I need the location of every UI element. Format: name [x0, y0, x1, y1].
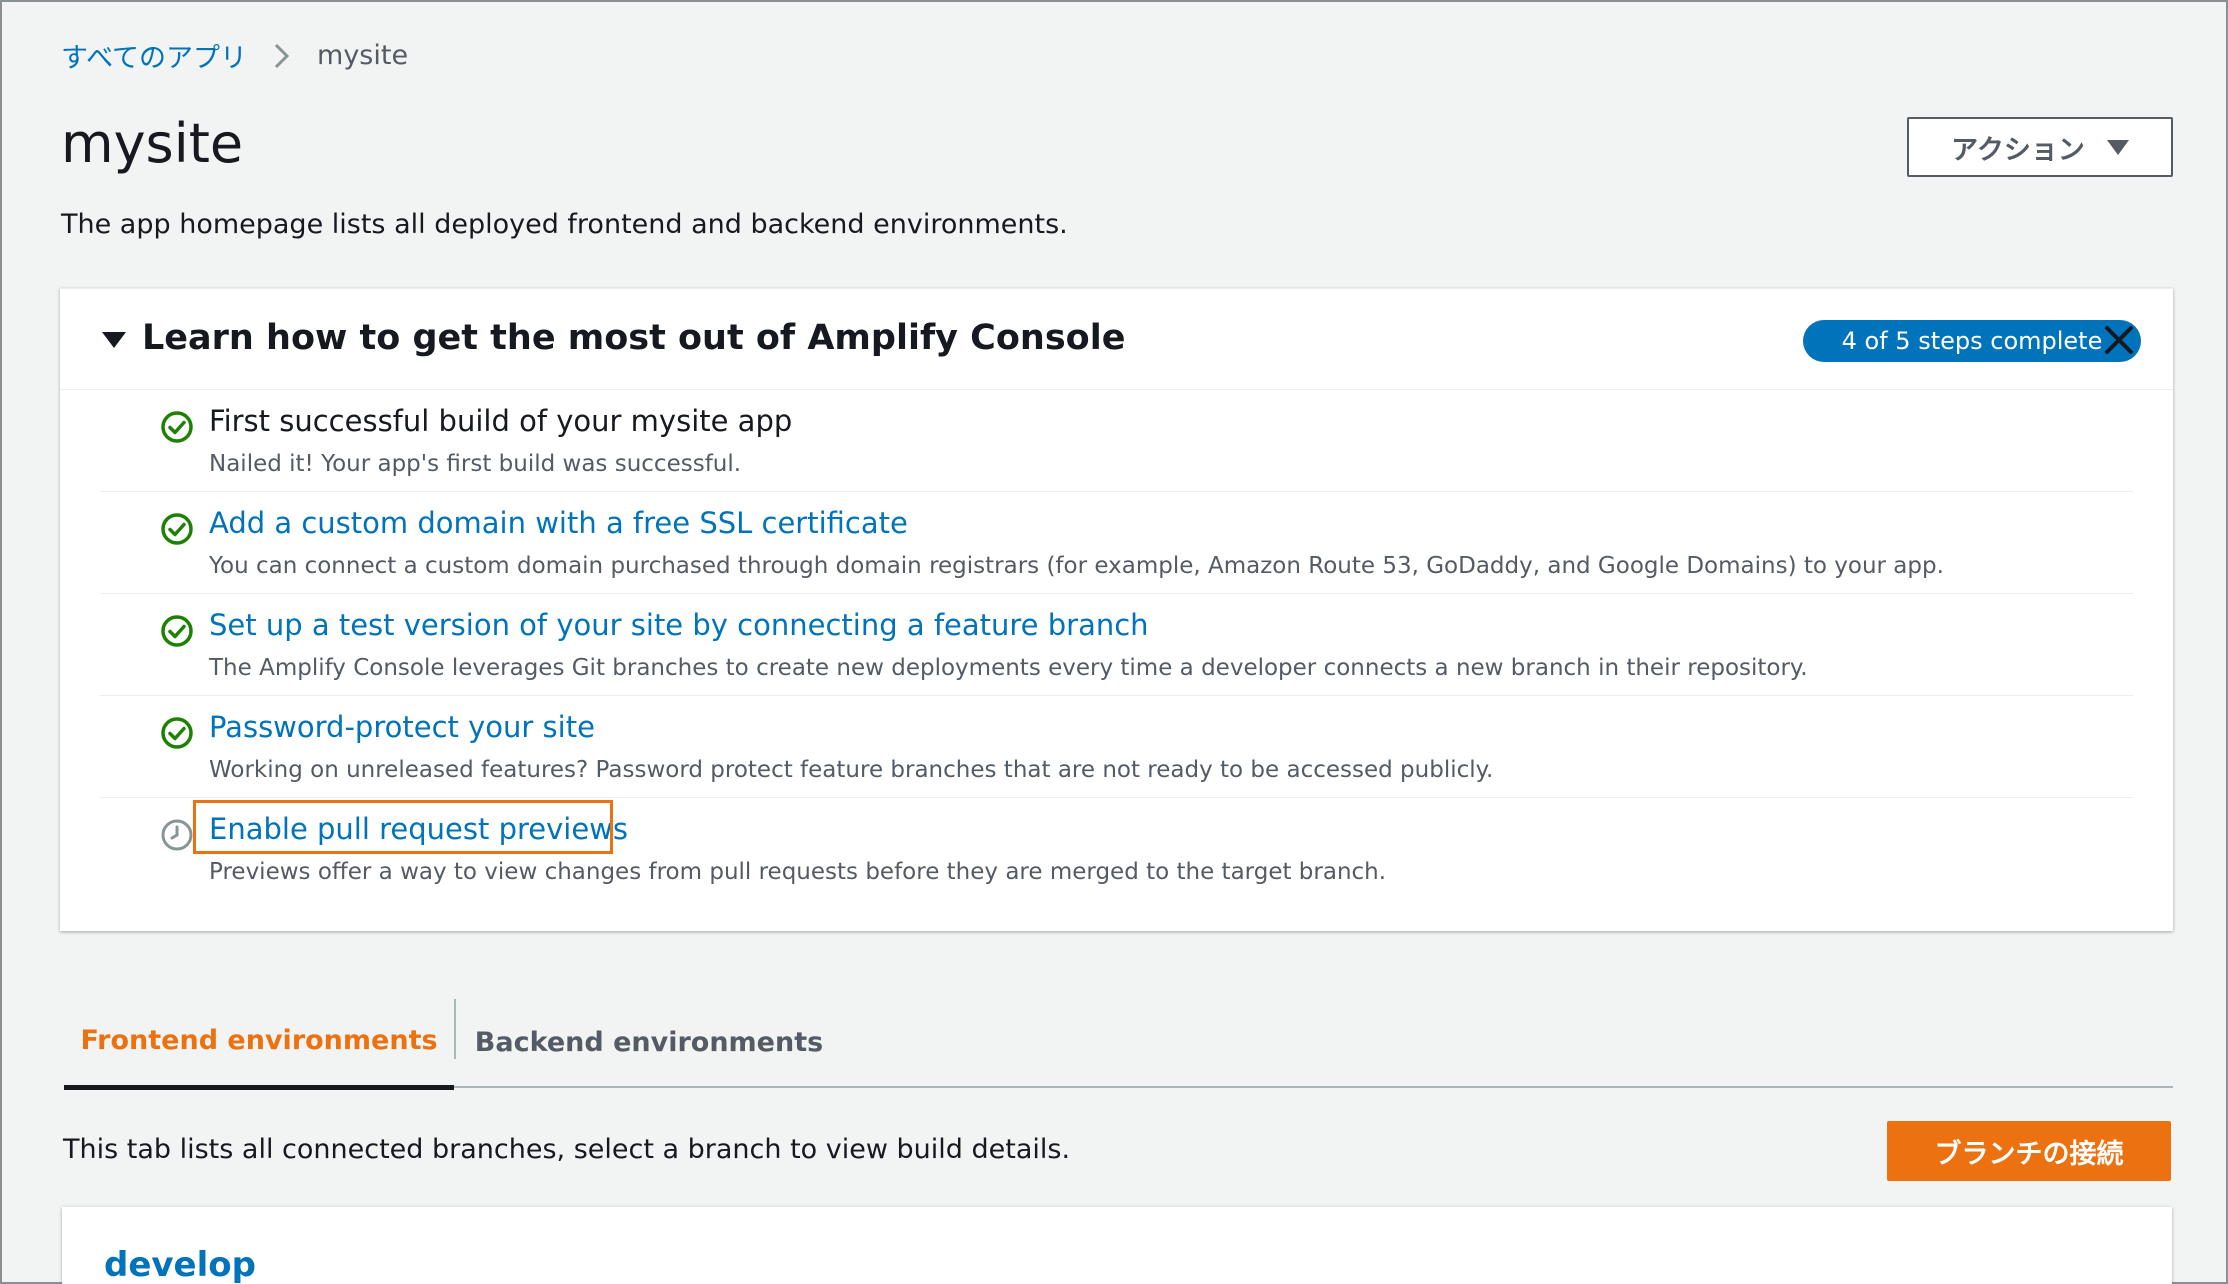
breadcrumb-all-apps[interactable]: すべてのアプリ [61, 36, 247, 75]
learn-panel-header: Learn how to get the most out of Amplify… [60, 289, 2173, 390]
step-description: Working on unreleased features? Password… [209, 757, 1494, 783]
step-description: Previews offer a way to view changes fro… [209, 859, 1387, 885]
branch-link-develop[interactable]: develop [104, 1245, 256, 1284]
step-link-custom-domain[interactable]: Add a custom domain with a free SSL cert… [209, 506, 908, 540]
step-link-pull-request-previews[interactable]: Enable pull request previews [209, 812, 628, 846]
actions-dropdown-button[interactable]: アクション [1907, 117, 2173, 177]
tab-frontend-environments[interactable]: Frontend environments [64, 996, 454, 1090]
list-item: Set up a test version of your site by co… [100, 594, 2133, 696]
learn-panel-title[interactable]: Learn how to get the most out of Amplify… [142, 318, 1125, 358]
connect-branch-button[interactable]: ブランチの接続 [1887, 1121, 2171, 1181]
branch-card: develop [62, 1207, 2172, 1284]
breadcrumb: すべてのアプリ mysite [61, 36, 408, 75]
check-circle-icon [160, 512, 194, 546]
check-circle-icon [160, 410, 194, 444]
page-title: mysite [61, 112, 244, 175]
page-description: The app homepage lists all deployed fron… [61, 209, 1068, 240]
step-description: You can connect a custom domain purchase… [209, 553, 1944, 579]
step-link-feature-branch[interactable]: Set up a test version of your site by co… [209, 608, 1149, 642]
step-title: First successful build of your mysite ap… [209, 404, 793, 438]
list-item: Password-protect your site Working on un… [100, 696, 2133, 798]
step-description: The Amplify Console leverages Git branch… [209, 655, 1808, 681]
chevron-right-icon [273, 42, 291, 70]
learn-panel: Learn how to get the most out of Amplify… [60, 288, 2173, 931]
close-icon[interactable] [2102, 323, 2136, 357]
collapse-triangle-icon[interactable] [102, 332, 126, 348]
steps-list: First successful build of your mysite ap… [100, 390, 2133, 900]
tab-backend-environments[interactable]: Backend environments [454, 996, 844, 1088]
list-item: First successful build of your mysite ap… [100, 390, 2133, 492]
step-description: Nailed it! Your app's first build was su… [209, 451, 742, 477]
step-link-password-protect[interactable]: Password-protect your site [209, 710, 595, 744]
breadcrumb-current: mysite [317, 40, 409, 71]
environment-tabs: Frontend environments Backend environmen… [64, 996, 2173, 1090]
check-circle-icon [160, 614, 194, 648]
steps-progress-badge: 4 of 5 steps complete [1803, 320, 2141, 362]
list-item: Add a custom domain with a free SSL cert… [100, 492, 2133, 594]
list-item: Enable pull request previews Previews of… [100, 798, 2133, 900]
check-circle-icon [160, 716, 194, 750]
actions-label: アクション [1951, 134, 2085, 166]
caret-down-icon [2106, 139, 2129, 155]
clock-icon [160, 818, 194, 852]
tab-description: This tab lists all connected branches, s… [63, 1134, 1071, 1165]
